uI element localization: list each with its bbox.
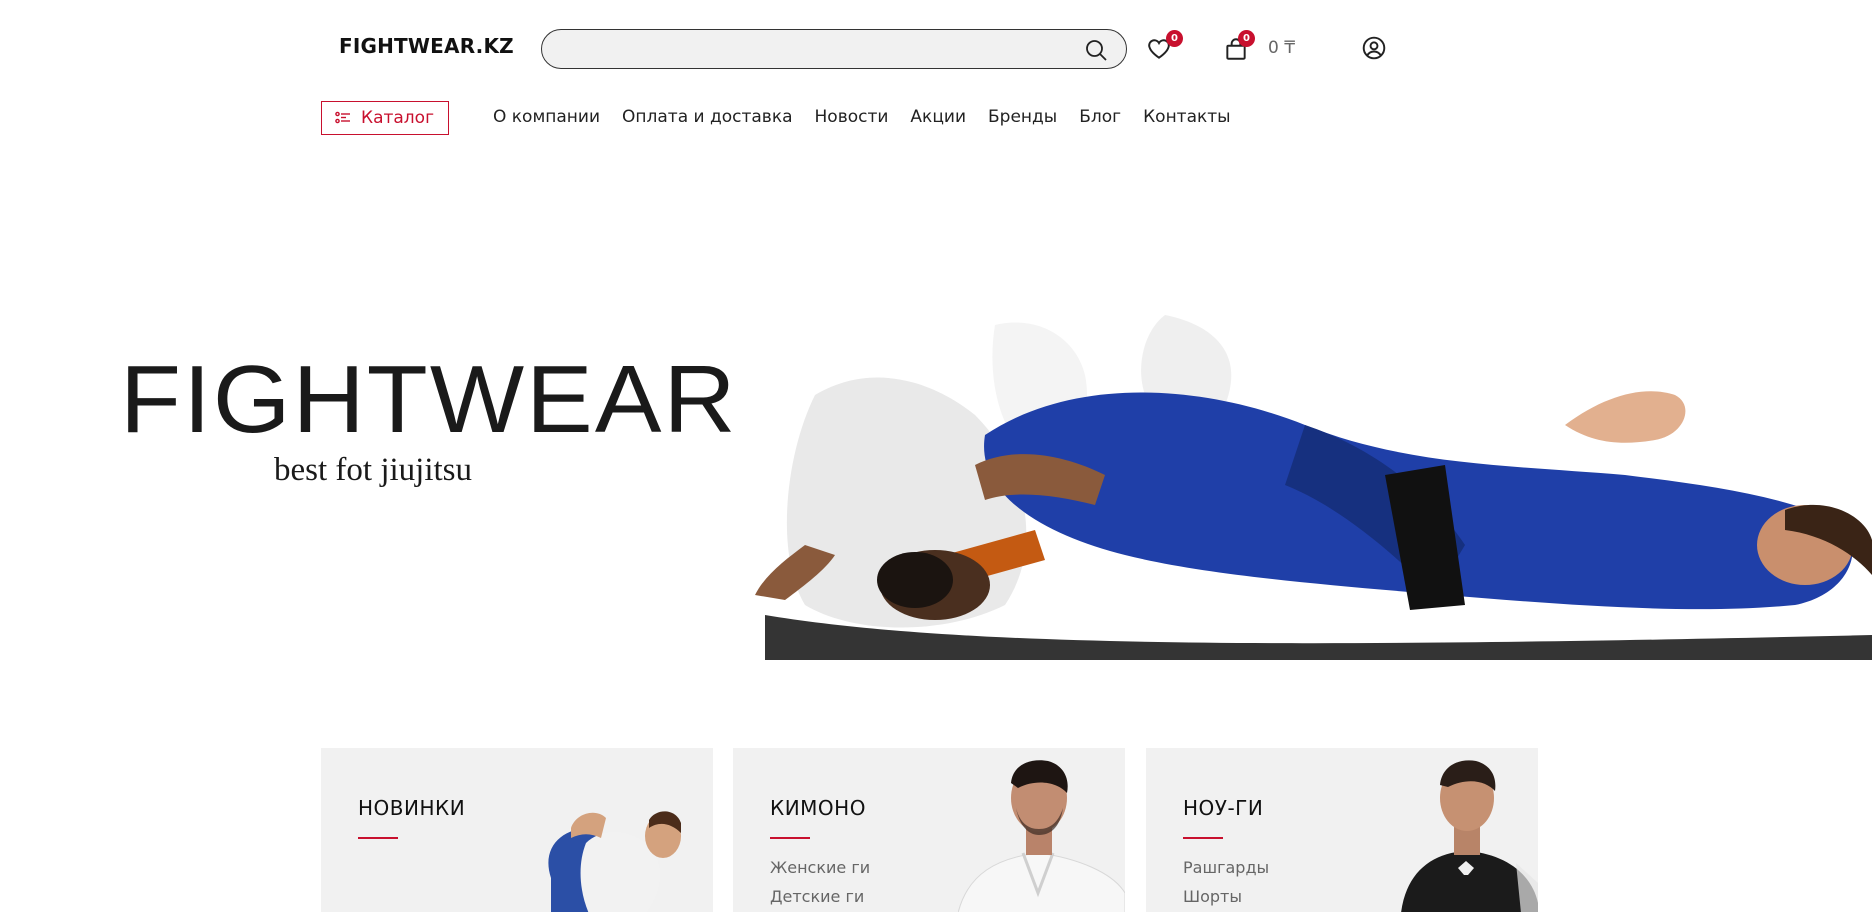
nogi-model-image <box>1401 760 1538 912</box>
cart-total: 0 ₸ <box>1268 38 1296 58</box>
nav-link-brands[interactable]: Бренды <box>988 107 1057 127</box>
hero-jiujitsu-image <box>755 315 1872 660</box>
hero-title: FIGHTWEAR <box>120 346 738 453</box>
category-title: КИМОНО <box>770 796 866 820</box>
link-kids-gi[interactable]: Детские ги <box>770 887 870 906</box>
site-logo[interactable]: FIGHTWEAR.KZ <box>339 34 514 58</box>
wishlist-count-badge: 0 <box>1166 30 1183 47</box>
main-nav: О компании Оплата и доставка Новости Акц… <box>493 107 1231 127</box>
category-links: Женские ги Детские ги <box>770 858 870 906</box>
nav-link-blog[interactable]: Блог <box>1079 107 1121 127</box>
search-input[interactable] <box>560 38 1060 60</box>
search-bar <box>541 29 1127 69</box>
nav-link-payment-delivery[interactable]: Оплата и доставка <box>622 107 792 127</box>
nav-link-contacts[interactable]: Контакты <box>1143 107 1231 127</box>
link-shorts[interactable]: Шорты <box>1183 887 1269 906</box>
link-womens-gi[interactable]: Женские ги <box>770 858 870 877</box>
nav-link-promotions[interactable]: Акции <box>910 107 966 127</box>
user-account-icon[interactable] <box>1361 35 1387 61</box>
title-underline <box>1183 837 1223 839</box>
title-underline <box>770 837 810 839</box>
category-title: НОУ-ГИ <box>1183 796 1264 820</box>
category-links: Рашгарды Шорты <box>1183 858 1269 906</box>
link-rashguards[interactable]: Рашгарды <box>1183 858 1269 877</box>
cart-count-badge: 0 <box>1238 30 1255 47</box>
category-card-new[interactable]: НОВИНКИ <box>321 748 713 912</box>
wishlist-button[interactable]: 0 <box>1146 30 1186 66</box>
kimono-model-image <box>958 760 1125 912</box>
hero-subtitle: best fot jiujitsu <box>274 452 472 488</box>
catalog-label: Каталог <box>361 108 435 128</box>
new-arrivals-image <box>548 811 681 912</box>
cart-button[interactable]: 0 <box>1223 30 1263 66</box>
catalog-button[interactable]: Каталог <box>321 101 449 135</box>
category-title: НОВИНКИ <box>358 796 466 820</box>
category-card-nogi[interactable]: НОУ-ГИ Рашгарды Шорты <box>1146 748 1538 912</box>
title-underline <box>358 837 398 839</box>
nav-link-news[interactable]: Новости <box>815 107 889 127</box>
nav-link-about[interactable]: О компании <box>493 107 600 127</box>
category-card-kimono[interactable]: КИМОНО Женские ги Детские ги <box>733 748 1125 912</box>
catalog-list-icon <box>335 111 350 124</box>
search-icon[interactable] <box>1084 38 1108 62</box>
